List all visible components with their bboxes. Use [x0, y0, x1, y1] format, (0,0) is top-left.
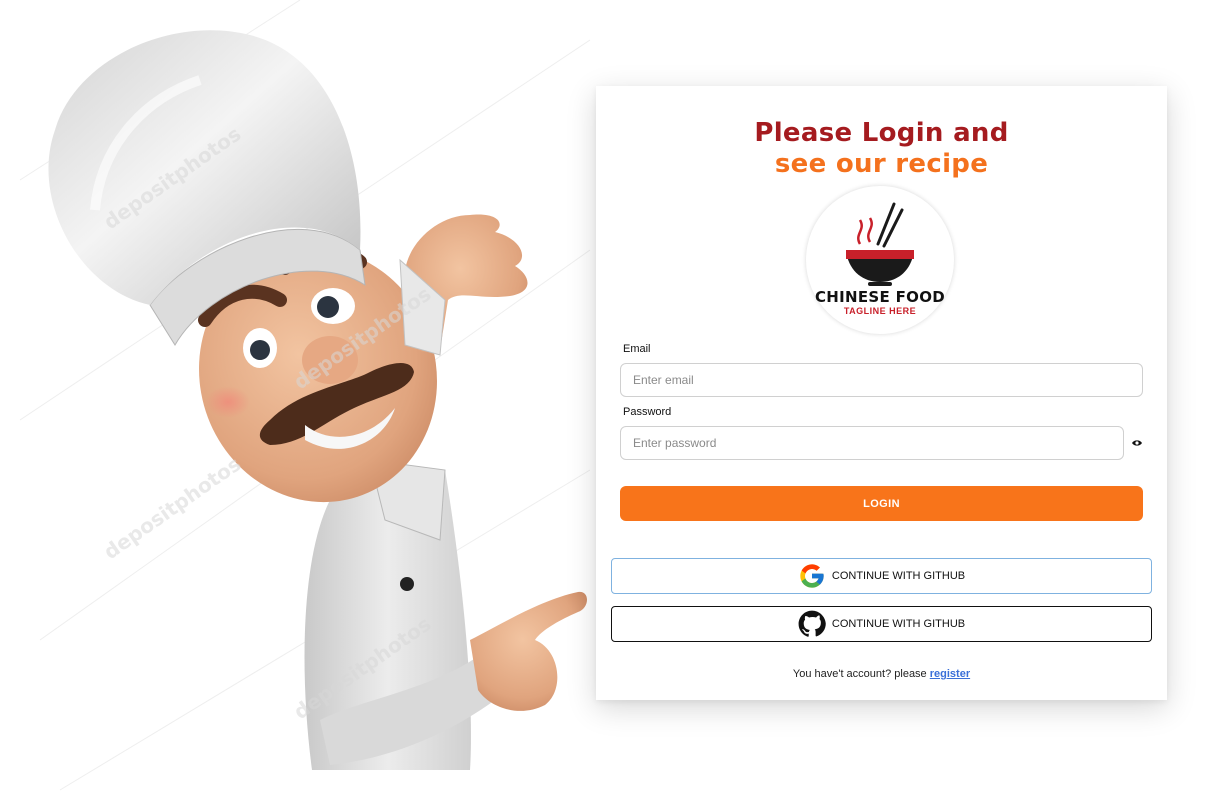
brand-logo: CHINESE FOOD TAGLINE HERE	[806, 186, 954, 334]
logo-brand-text: CHINESE FOOD	[814, 288, 946, 306]
password-label: Password	[623, 406, 672, 418]
google-icon	[800, 564, 824, 588]
eye-icon[interactable]	[1131, 437, 1143, 449]
page-title-line2: see our recipe	[774, 149, 989, 179]
page-title-line1: Please Login and	[754, 118, 1009, 148]
watermark-3: depositphotos	[99, 452, 245, 564]
email-field[interactable]	[620, 363, 1143, 397]
email-label: Email	[623, 343, 651, 355]
register-link[interactable]: register	[930, 668, 970, 680]
register-prompt-text: You have't account? please	[792, 668, 927, 680]
login-card: Please Login and see our recipe CHINESE …	[596, 86, 1167, 700]
github-button-label: CONTINUE WITH GITHUB	[831, 618, 966, 630]
register-prompt: You have't account? please register	[596, 668, 1167, 680]
logo-tagline: TAGLINE HERE	[843, 306, 917, 316]
google-button-label: CONTINUE WITH GITHUB	[831, 570, 966, 582]
chef-illustration: depositphotos depositphotos depositphoto…	[19, 0, 591, 791]
continue-with-google-button[interactable]: CONTINUE WITH GITHUB	[611, 558, 1152, 594]
continue-with-github-button[interactable]: CONTINUE WITH GITHUB	[611, 606, 1152, 642]
password-field[interactable]	[620, 426, 1124, 460]
login-button[interactable]: LOGIN	[620, 486, 1143, 521]
github-icon	[798, 610, 826, 637]
